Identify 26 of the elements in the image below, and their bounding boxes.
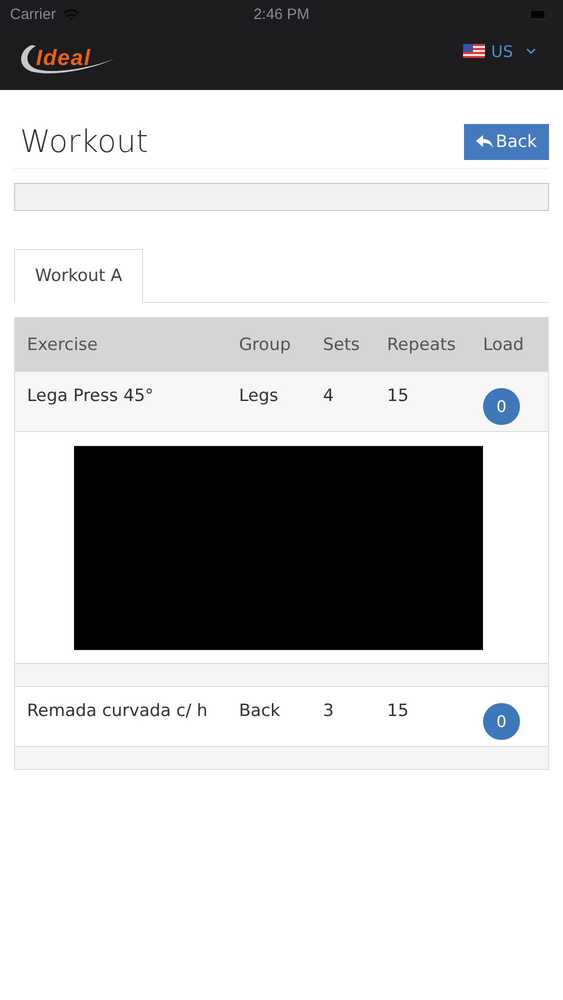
clock-time: 2:46 PM — [254, 6, 310, 22]
table-cell-text: 15 — [387, 386, 410, 406]
table-cell-text: 3 — [323, 701, 335, 721]
page-title: Workout — [20, 124, 148, 160]
back-button[interactable]: Back — [464, 124, 549, 160]
tab[interactable]: Workout A — [14, 249, 144, 303]
chevron-down-icon — [525, 47, 537, 55]
column-header: Repeats — [387, 334, 457, 354]
battery-icon — [529, 8, 553, 20]
column-header: Group — [239, 334, 292, 354]
language-selector[interactable]: US — [463, 42, 537, 60]
column-header: Sets — [323, 334, 361, 354]
column-header: Exercise — [26, 334, 99, 354]
carrier-label: Carrier — [10, 6, 56, 22]
table-cell-text: Back — [239, 701, 282, 721]
table-cell-text: Legs — [239, 386, 280, 406]
table-cell-text: Lega Press 45° — [26, 386, 155, 406]
table-cell-text: 4 — [323, 386, 335, 406]
table-cell-text: Remada curvada c/ h — [26, 701, 209, 721]
video-player[interactable] — [74, 446, 483, 650]
load-button[interactable]: 0 — [483, 703, 520, 740]
column-header: Load — [483, 334, 525, 354]
reply-arrow-icon — [476, 135, 494, 149]
table-cell-text: 15 — [387, 701, 410, 721]
load-button[interactable]: 0 — [483, 388, 520, 425]
flag-icon — [463, 44, 486, 58]
